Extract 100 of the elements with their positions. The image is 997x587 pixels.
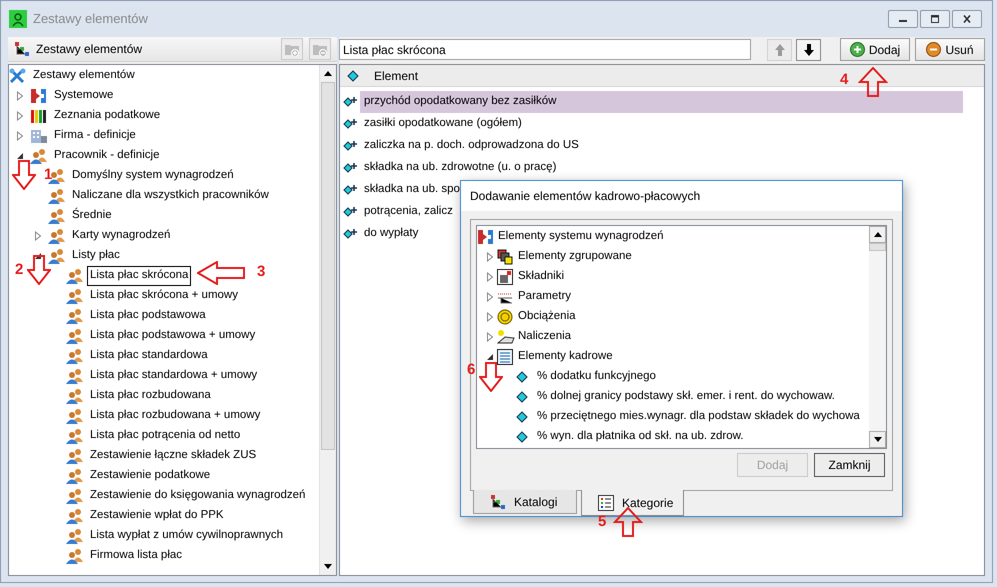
tree-item[interactable]: Domyślny system wynagrodzeń	[69, 166, 237, 186]
tree-item[interactable]: Lista płac standardowa + umowy	[87, 366, 260, 386]
diamond-plus-icon	[343, 228, 357, 240]
annotation-number: 6	[467, 362, 476, 377]
scroll-down-icon[interactable]	[324, 564, 332, 569]
table-cell[interactable]: składka na ub. zdrowotne (u. o pracę)	[360, 157, 963, 179]
people-icon	[30, 148, 48, 164]
expand-icon[interactable]	[34, 231, 42, 241]
tree-item[interactable]: Karty wynagrodzeń	[69, 226, 174, 246]
collapse-icon[interactable]	[34, 252, 42, 260]
tab[interactable]: Katalogi	[473, 490, 577, 514]
tree-item[interactable]: Naliczenia	[515, 327, 574, 347]
tree-item[interactable]: Obciążenia	[515, 307, 579, 327]
tree-item[interactable]: Lista płac skrócona	[87, 266, 192, 286]
table-cell[interactable]: zasiłki opodatkowane (ogółem)	[360, 113, 963, 135]
tree-item[interactable]: Lista płac potrącenia od netto	[87, 426, 244, 446]
plus-icon	[850, 42, 865, 57]
folder-icon	[284, 42, 300, 56]
annotation-number: 2	[15, 262, 24, 277]
tree-item[interactable]: Firmowa lista płac	[87, 546, 186, 566]
tree-item[interactable]: % dodatku funkcyjnego	[534, 367, 659, 387]
people-icon	[66, 428, 84, 444]
expand-icon[interactable]	[16, 111, 24, 121]
tree-item[interactable]: Zestawienie łączne składek ZUS	[87, 446, 260, 466]
tree-item[interactable]: Zestawienie wpłat do PPK	[87, 506, 227, 526]
down-arrow-icon	[479, 362, 503, 392]
tree-item[interactable]: Średnie	[69, 206, 115, 226]
tree-item[interactable]: Lista wypłat z umów cywilnoprawnych	[87, 526, 286, 546]
tree-item[interactable]: Lista płac rozbudowana + umowy	[87, 406, 264, 426]
remove-button[interactable]: Usuń	[915, 38, 985, 61]
table-cell[interactable]: zaliczka na p. doch. odprowadzona do US	[360, 135, 963, 157]
move-down-button[interactable]	[796, 38, 821, 60]
tree-item[interactable]: Lista płac podstawowa	[87, 306, 209, 326]
tree-item[interactable]: % wyn. dla płatnika od skł. na ub. zdrow.	[534, 427, 746, 447]
add-button[interactable]: Dodaj	[840, 38, 910, 61]
expand-icon[interactable]	[486, 332, 494, 342]
tree-item[interactable]: Pracownik - definicje	[51, 146, 162, 166]
tree-item[interactable]: % dolnej granicy podstawy skł. emer. i rent. do wychowaw.	[534, 387, 838, 407]
people-icon	[66, 268, 84, 284]
diamond-plus-icon	[343, 96, 357, 108]
scrollbar[interactable]	[319, 65, 336, 575]
scroll-thumb[interactable]	[321, 82, 335, 450]
scroll-up-icon[interactable]	[324, 71, 332, 76]
form-icon	[598, 494, 614, 510]
people-icon	[66, 328, 84, 344]
tree-item[interactable]: Lista płac rozbudowana	[87, 386, 214, 406]
close-button[interactable]	[952, 10, 982, 28]
maximize-button[interactable]	[920, 10, 950, 28]
diamond-plus-icon	[343, 140, 357, 152]
tree-item[interactable]: Systemowe	[51, 86, 116, 106]
minimize-button[interactable]	[888, 10, 918, 28]
down-arrow-icon	[27, 255, 51, 285]
people-icon	[66, 468, 84, 484]
tree-item[interactable]: Lista płac skrócona + umowy	[87, 286, 241, 306]
books-icon	[30, 108, 48, 124]
tree-item[interactable]: Zestawienie podatkowe	[87, 466, 214, 486]
arrow-up-icon	[774, 42, 786, 56]
down-arrow-icon	[12, 160, 36, 190]
column-header[interactable]: Element	[374, 66, 418, 84]
expand-icon[interactable]	[486, 252, 494, 262]
tree-item[interactable]: Lista płac standardowa	[87, 346, 211, 366]
tree-item[interactable]: Firma - definicje	[51, 126, 139, 146]
tree-item[interactable]: Zeznania podatkowe	[51, 106, 164, 126]
table-cell[interactable]: przychód opodatkowany bez zasiłków	[360, 91, 963, 113]
tree-item[interactable]: Lista płac podstawowa + umowy	[87, 326, 258, 346]
tree-item[interactable]: Elementy systemu wynagrodzeń	[495, 227, 667, 247]
tree-item[interactable]: % przeciętnego mies.wynagr. dla podstaw składek do wychowa	[534, 407, 863, 427]
diamond-plus-icon	[343, 118, 357, 130]
tree-item[interactable]: Naliczane dla wszystkich pracowników	[69, 186, 272, 206]
panel-title: Zestawy elementów	[36, 41, 144, 58]
expand-icon[interactable]	[486, 312, 494, 322]
people-icon	[66, 508, 84, 524]
tree-item[interactable]: Elementy zgrupowane	[515, 247, 635, 267]
collapse-icon[interactable]	[486, 353, 494, 361]
left-arrow-icon	[197, 261, 245, 285]
people-icon	[66, 348, 84, 364]
tree-item[interactable]: Składniki	[515, 267, 568, 287]
scroll-up-icon[interactable]	[874, 232, 882, 237]
tree-item[interactable]: Zestawienie do księgowania wynagrodzeń	[87, 486, 308, 506]
diamond-plus-icon	[343, 162, 357, 174]
name-field[interactable]: Lista płac skrócona	[339, 39, 751, 60]
expand-icon[interactable]	[16, 91, 24, 101]
expand-icon[interactable]	[486, 292, 494, 302]
scroll-thumb[interactable]	[869, 243, 886, 251]
tree-item[interactable]: Elementy kadrowe	[515, 347, 616, 367]
expand-icon[interactable]	[486, 272, 494, 282]
collapse-icon[interactable]	[16, 152, 24, 160]
dialog-button[interactable]: Zamknij	[814, 453, 885, 477]
diamond-icon	[516, 431, 528, 443]
tab[interactable]: Kategorie	[581, 490, 684, 516]
diamond-icon	[347, 70, 359, 82]
up-arrow-icon	[858, 67, 888, 97]
expand-icon[interactable]	[16, 131, 24, 141]
scroll-down-icon[interactable]	[874, 437, 882, 442]
tree-item[interactable]: Listy płac	[69, 246, 123, 266]
tree-item[interactable]: Zestawy elementów	[30, 66, 138, 86]
hand-icon	[497, 329, 515, 345]
app-icon	[9, 10, 27, 28]
scrollbar[interactable]	[869, 226, 886, 448]
tree-item[interactable]: Parametry	[515, 287, 574, 307]
